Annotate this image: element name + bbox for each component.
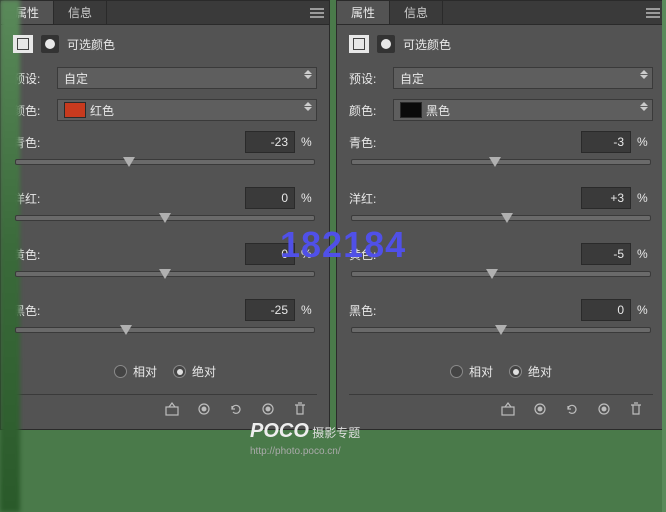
slider-cyan-thumb[interactable] xyxy=(123,157,135,167)
radio-relative[interactable]: 相对 xyxy=(450,363,493,380)
slider-yellow-unit: % xyxy=(637,247,653,261)
preset-value: 自定 xyxy=(64,70,88,87)
tab-bar: 属性 信息 xyxy=(1,1,329,25)
slider-magenta-thumb[interactable] xyxy=(159,213,171,223)
slider-yellow-track[interactable] xyxy=(15,271,315,277)
radio-absolute-label: 绝对 xyxy=(528,363,552,380)
toggle-visibility-icon[interactable] xyxy=(595,401,613,417)
slider-black: 黑色: 0 % xyxy=(349,299,653,347)
slider-magenta-value[interactable]: 0 xyxy=(245,187,295,209)
radio-absolute[interactable]: 绝对 xyxy=(509,363,552,380)
slider-cyan-track[interactable] xyxy=(351,159,651,165)
color-swatch xyxy=(64,102,86,118)
toggle-visibility-icon[interactable] xyxy=(259,401,277,417)
radio-relative-label: 相对 xyxy=(469,363,493,380)
panel-menu-button[interactable] xyxy=(305,1,329,24)
slider-cyan: 青色: -23 % xyxy=(13,131,317,179)
radio-relative-label: 相对 xyxy=(133,363,157,380)
adjustment-icon xyxy=(13,35,33,53)
radio-absolute[interactable]: 绝对 xyxy=(173,363,216,380)
slider-cyan-value[interactable]: -23 xyxy=(245,131,295,153)
tab-info[interactable]: 信息 xyxy=(54,1,107,24)
slider-yellow-track[interactable] xyxy=(351,271,651,277)
slider-cyan-label: 青色: xyxy=(349,134,581,151)
slider-cyan-label: 青色: xyxy=(13,134,245,151)
slider-magenta-value[interactable]: +3 xyxy=(581,187,631,209)
view-previous-icon[interactable] xyxy=(531,401,549,417)
adjustment-icon xyxy=(349,35,369,53)
delete-icon[interactable] xyxy=(627,401,645,417)
color-label: 颜色: xyxy=(349,102,385,119)
tab-properties[interactable]: 属性 xyxy=(337,1,390,24)
preset-label: 预设: xyxy=(349,70,385,87)
slider-magenta-track[interactable] xyxy=(15,215,315,221)
slider-magenta-track[interactable] xyxy=(351,215,651,221)
slider-yellow-label: 黄色: xyxy=(13,246,245,263)
slider-magenta-unit: % xyxy=(301,191,317,205)
background-blur xyxy=(662,0,666,512)
color-name: 红色 xyxy=(90,102,114,119)
method-radio-group: 相对 绝对 xyxy=(13,363,317,380)
clip-to-layer-icon[interactable] xyxy=(163,401,181,417)
selective-color-panel-1: 属性 信息 可选颜色 预设: 自定 颜色: xyxy=(336,0,666,430)
slider-cyan-value[interactable]: -3 xyxy=(581,131,631,153)
slider-magenta: 洋红: 0 % xyxy=(13,187,317,235)
slider-cyan-track[interactable] xyxy=(15,159,315,165)
slider-magenta: 洋红: +3 % xyxy=(349,187,653,235)
slider-black-label: 黑色: xyxy=(349,302,581,319)
slider-yellow-unit: % xyxy=(301,247,317,261)
tab-bar: 属性 信息 xyxy=(337,1,665,25)
slider-cyan: 青色: -3 % xyxy=(349,131,653,179)
slider-black-unit: % xyxy=(637,303,653,317)
color-name: 黑色 xyxy=(426,102,450,119)
slider-cyan-thumb[interactable] xyxy=(489,157,501,167)
slider-yellow: 黄色: -5 % xyxy=(349,243,653,291)
slider-black-thumb[interactable] xyxy=(120,325,132,335)
slider-black-thumb[interactable] xyxy=(495,325,507,335)
radio-absolute-label: 绝对 xyxy=(192,363,216,380)
slider-black-track[interactable] xyxy=(351,327,651,333)
color-dropdown[interactable]: 黑色 xyxy=(393,99,653,121)
clip-to-layer-icon[interactable] xyxy=(499,401,517,417)
reset-icon[interactable] xyxy=(227,401,245,417)
slider-black-track[interactable] xyxy=(15,327,315,333)
slider-yellow-value[interactable]: -5 xyxy=(581,243,631,265)
slider-black-unit: % xyxy=(301,303,317,317)
slider-yellow: 黄色: 0 % xyxy=(13,243,317,291)
slider-yellow-label: 黄色: xyxy=(349,246,581,263)
slider-magenta-label: 洋红: xyxy=(13,190,245,207)
radio-relative[interactable]: 相对 xyxy=(114,363,157,380)
slider-yellow-thumb[interactable] xyxy=(486,269,498,279)
method-radio-group: 相对 绝对 xyxy=(349,363,653,380)
slider-yellow-thumb[interactable] xyxy=(159,269,171,279)
slider-black-value[interactable]: -25 xyxy=(245,299,295,321)
slider-black: 黑色: -25 % xyxy=(13,299,317,347)
tab-info[interactable]: 信息 xyxy=(390,1,443,24)
slider-magenta-thumb[interactable] xyxy=(501,213,513,223)
bottom-toolbar xyxy=(13,394,317,423)
reset-icon[interactable] xyxy=(563,401,581,417)
slider-cyan-unit: % xyxy=(301,135,317,149)
slider-magenta-unit: % xyxy=(637,191,653,205)
preset-dropdown[interactable]: 自定 xyxy=(57,67,317,89)
mask-icon[interactable] xyxy=(377,35,395,53)
panel-title: 可选颜色 xyxy=(67,36,115,53)
selective-color-panel-0: 属性 信息 可选颜色 预设: 自定 颜色: xyxy=(0,0,330,430)
panel-title: 可选颜色 xyxy=(403,36,451,53)
mask-icon[interactable] xyxy=(41,35,59,53)
background-blur xyxy=(0,0,20,512)
slider-yellow-value[interactable]: 0 xyxy=(245,243,295,265)
color-swatch xyxy=(400,102,422,118)
preset-value: 自定 xyxy=(400,70,424,87)
preset-dropdown[interactable]: 自定 xyxy=(393,67,653,89)
slider-cyan-unit: % xyxy=(637,135,653,149)
delete-icon[interactable] xyxy=(291,401,309,417)
slider-black-label: 黑色: xyxy=(13,302,245,319)
watermark-url: http://photo.poco.cn/ xyxy=(250,446,341,457)
slider-black-value[interactable]: 0 xyxy=(581,299,631,321)
view-previous-icon[interactable] xyxy=(195,401,213,417)
bottom-toolbar xyxy=(349,394,653,423)
color-dropdown[interactable]: 红色 xyxy=(57,99,317,121)
slider-magenta-label: 洋红: xyxy=(349,190,581,207)
